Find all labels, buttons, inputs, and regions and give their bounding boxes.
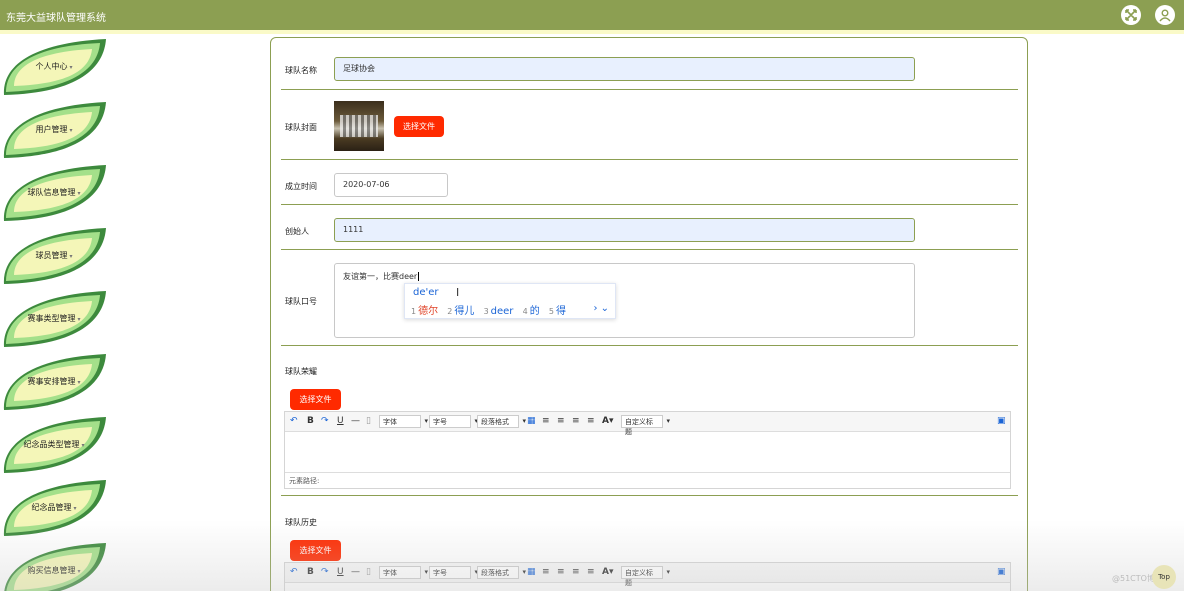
editor-toolbar: ↶ B ↷ U — ▯ 字体 字号 段落格式 ▦ ≡ ≡ ≡ ≡ A▾ 自定义标… [285, 563, 1010, 587]
text-cursor-icon: I [456, 286, 460, 299]
justify-icon[interactable]: ≡ [587, 416, 595, 426]
fullscreen-icon[interactable] [1121, 5, 1141, 25]
sidebar-item[interactable]: 个人中心 [0, 37, 108, 97]
horizontal-rule-icon[interactable]: — [351, 567, 360, 577]
font-color-icon[interactable]: A▾ [602, 567, 613, 577]
undo-icon[interactable]: ↶ [290, 416, 298, 426]
sidebar-item-label: 球员管理 [16, 250, 92, 261]
user-icon[interactable] [1155, 5, 1175, 25]
sidebar-item-label: 赛事安排管理 [16, 376, 92, 387]
font-color-icon[interactable]: A▾ [602, 416, 613, 426]
custom-heading-select[interactable]: 自定义标题 [621, 566, 670, 587]
slogan-text: 友谊第一，比赛deer [343, 272, 418, 281]
founded-label: 成立时间 [285, 182, 317, 191]
ime-candidate[interactable]: 5得 [549, 306, 566, 317]
font-select[interactable]: 字体 [379, 415, 428, 428]
header-underline [0, 30, 1184, 34]
ime-pinyin: de'er [413, 287, 439, 298]
undo-icon[interactable]: ↶ [290, 567, 298, 577]
honors-label: 球队荣耀 [285, 367, 317, 376]
sidebar-item-label: 用户管理 [16, 124, 92, 135]
font-size-select[interactable]: 字号 [429, 566, 478, 579]
table-icon[interactable]: ▦ [527, 567, 536, 577]
sidebar-item-label: 赛事类型管理 [16, 313, 92, 324]
bold-icon[interactable]: B [307, 416, 314, 426]
ime-candidate[interactable]: 2 得儿 [447, 306, 474, 317]
divider [281, 89, 1018, 90]
align-right-icon[interactable]: ≡ [572, 567, 580, 577]
page-icon[interactable]: ▯ [366, 416, 371, 426]
cover-label: 球队封面 [285, 123, 317, 132]
divider [281, 204, 1018, 205]
divider [281, 345, 1018, 346]
history-rich-editor[interactable]: ↶ B ↷ U — ▯ 字体 字号 段落格式 ▦ ≡ ≡ ≡ ≡ A▾ 自定义标… [284, 562, 1011, 591]
underline-icon[interactable]: U [337, 567, 344, 577]
honors-rich-editor[interactable]: ↶ B ↷ U — ▯ 字体 字号 段落格式 ▦ ≡ ≡ ≡ ≡ A▾ 自定义标… [284, 411, 1011, 489]
sidebar-item[interactable]: 购买信息管理 [0, 541, 108, 591]
table-icon[interactable]: ▦ [527, 416, 536, 426]
cover-thumbnail [334, 101, 384, 151]
align-right-icon[interactable]: ≡ [572, 416, 580, 426]
horizontal-rule-icon[interactable]: — [351, 416, 360, 426]
ime-candidates: 1 德尔 2 得儿 3 deer 4的 5得 [411, 302, 572, 317]
ime-candidate[interactable]: 1 德尔 [411, 306, 438, 317]
ime-next-page-icon[interactable]: › ⌄ [593, 303, 609, 314]
font-select[interactable]: 字体 [379, 566, 428, 579]
founder-input[interactable]: 1111 [334, 218, 915, 242]
ime-candidate[interactable]: 4的 [523, 306, 540, 317]
sidebar-item[interactable]: 用户管理 [0, 100, 108, 160]
sidebar-item-label: 纪念品管理 [16, 502, 92, 513]
bold-icon[interactable]: B [307, 567, 314, 577]
ime-candidate[interactable]: 3 deer [484, 306, 514, 317]
ime-candidate-popup: de'er 1 德尔 2 得儿 3 deer 4的 5得 › ⌄ [404, 283, 616, 319]
slogan-label: 球队口号 [285, 297, 317, 306]
back-to-top-button[interactable]: Top [1152, 565, 1176, 589]
honors-choose-file-button[interactable]: 选择文件 [290, 389, 341, 410]
divider [281, 249, 1018, 250]
sidebar-item[interactable]: 纪念品管理 [0, 478, 108, 538]
sidebar-item[interactable]: 球队信息管理 [0, 163, 108, 223]
sidebar-item[interactable]: 纪念品类型管理 [0, 415, 108, 475]
sidebar-item-label: 球队信息管理 [16, 187, 92, 198]
page-icon[interactable]: ▯ [366, 567, 371, 577]
history-label: 球队历史 [285, 518, 317, 527]
team-name-input[interactable]: 足球协会 [334, 57, 915, 81]
redo-icon[interactable]: ↷ [321, 416, 329, 426]
divider [281, 159, 1018, 160]
align-left-icon[interactable]: ≡ [542, 416, 550, 426]
justify-icon[interactable]: ≡ [587, 567, 595, 577]
align-center-icon[interactable]: ≡ [557, 567, 565, 577]
font-size-select[interactable]: 字号 [429, 415, 478, 428]
sidebar-item[interactable]: 球员管理 [0, 226, 108, 286]
sidebar: 个人中心用户管理球队信息管理球员管理赛事类型管理赛事安排管理纪念品类型管理纪念品… [0, 34, 112, 591]
history-choose-file-button[interactable]: 选择文件 [290, 540, 341, 561]
sidebar-item[interactable]: 赛事类型管理 [0, 289, 108, 349]
editor-toolbar: ↶ B ↷ U — ▯ 字体 字号 段落格式 ▦ ≡ ≡ ≡ ≡ A▾ 自定义标… [285, 412, 1010, 436]
cover-choose-file-button[interactable]: 选择文件 [394, 116, 444, 137]
sidebar-item[interactable]: 赛事安排管理 [0, 352, 108, 412]
founded-date-input[interactable]: 2020-07-06 [334, 173, 448, 197]
redo-icon[interactable]: ↷ [321, 567, 329, 577]
team-form: 球队名称 足球协会 球队封面 选择文件 成立时间 2020-07-06 创始人 … [270, 37, 1028, 591]
underline-icon[interactable]: U [337, 416, 344, 426]
align-center-icon[interactable]: ≡ [557, 416, 565, 426]
founder-label: 创始人 [285, 227, 309, 236]
paragraph-format-select[interactable]: 段落格式 [477, 415, 526, 428]
top-bar: 东莞大益球队管理系统 [0, 0, 1184, 30]
divider [281, 495, 1018, 496]
source-icon[interactable]: ▣ [997, 416, 1006, 426]
custom-heading-select[interactable]: 自定义标题 [621, 415, 670, 436]
align-left-icon[interactable]: ≡ [542, 567, 550, 577]
team-name-label: 球队名称 [285, 66, 317, 75]
source-icon[interactable]: ▣ [997, 567, 1006, 577]
sidebar-item-label: 纪念品类型管理 [16, 439, 92, 450]
app-title: 东莞大益球队管理系统 [6, 13, 106, 24]
sidebar-item-label: 个人中心 [16, 61, 92, 72]
sidebar-item-label: 购买信息管理 [16, 565, 92, 576]
paragraph-format-select[interactable]: 段落格式 [477, 566, 526, 579]
text-caret [418, 272, 420, 281]
element-path-status: 元素路径: [285, 472, 1010, 488]
